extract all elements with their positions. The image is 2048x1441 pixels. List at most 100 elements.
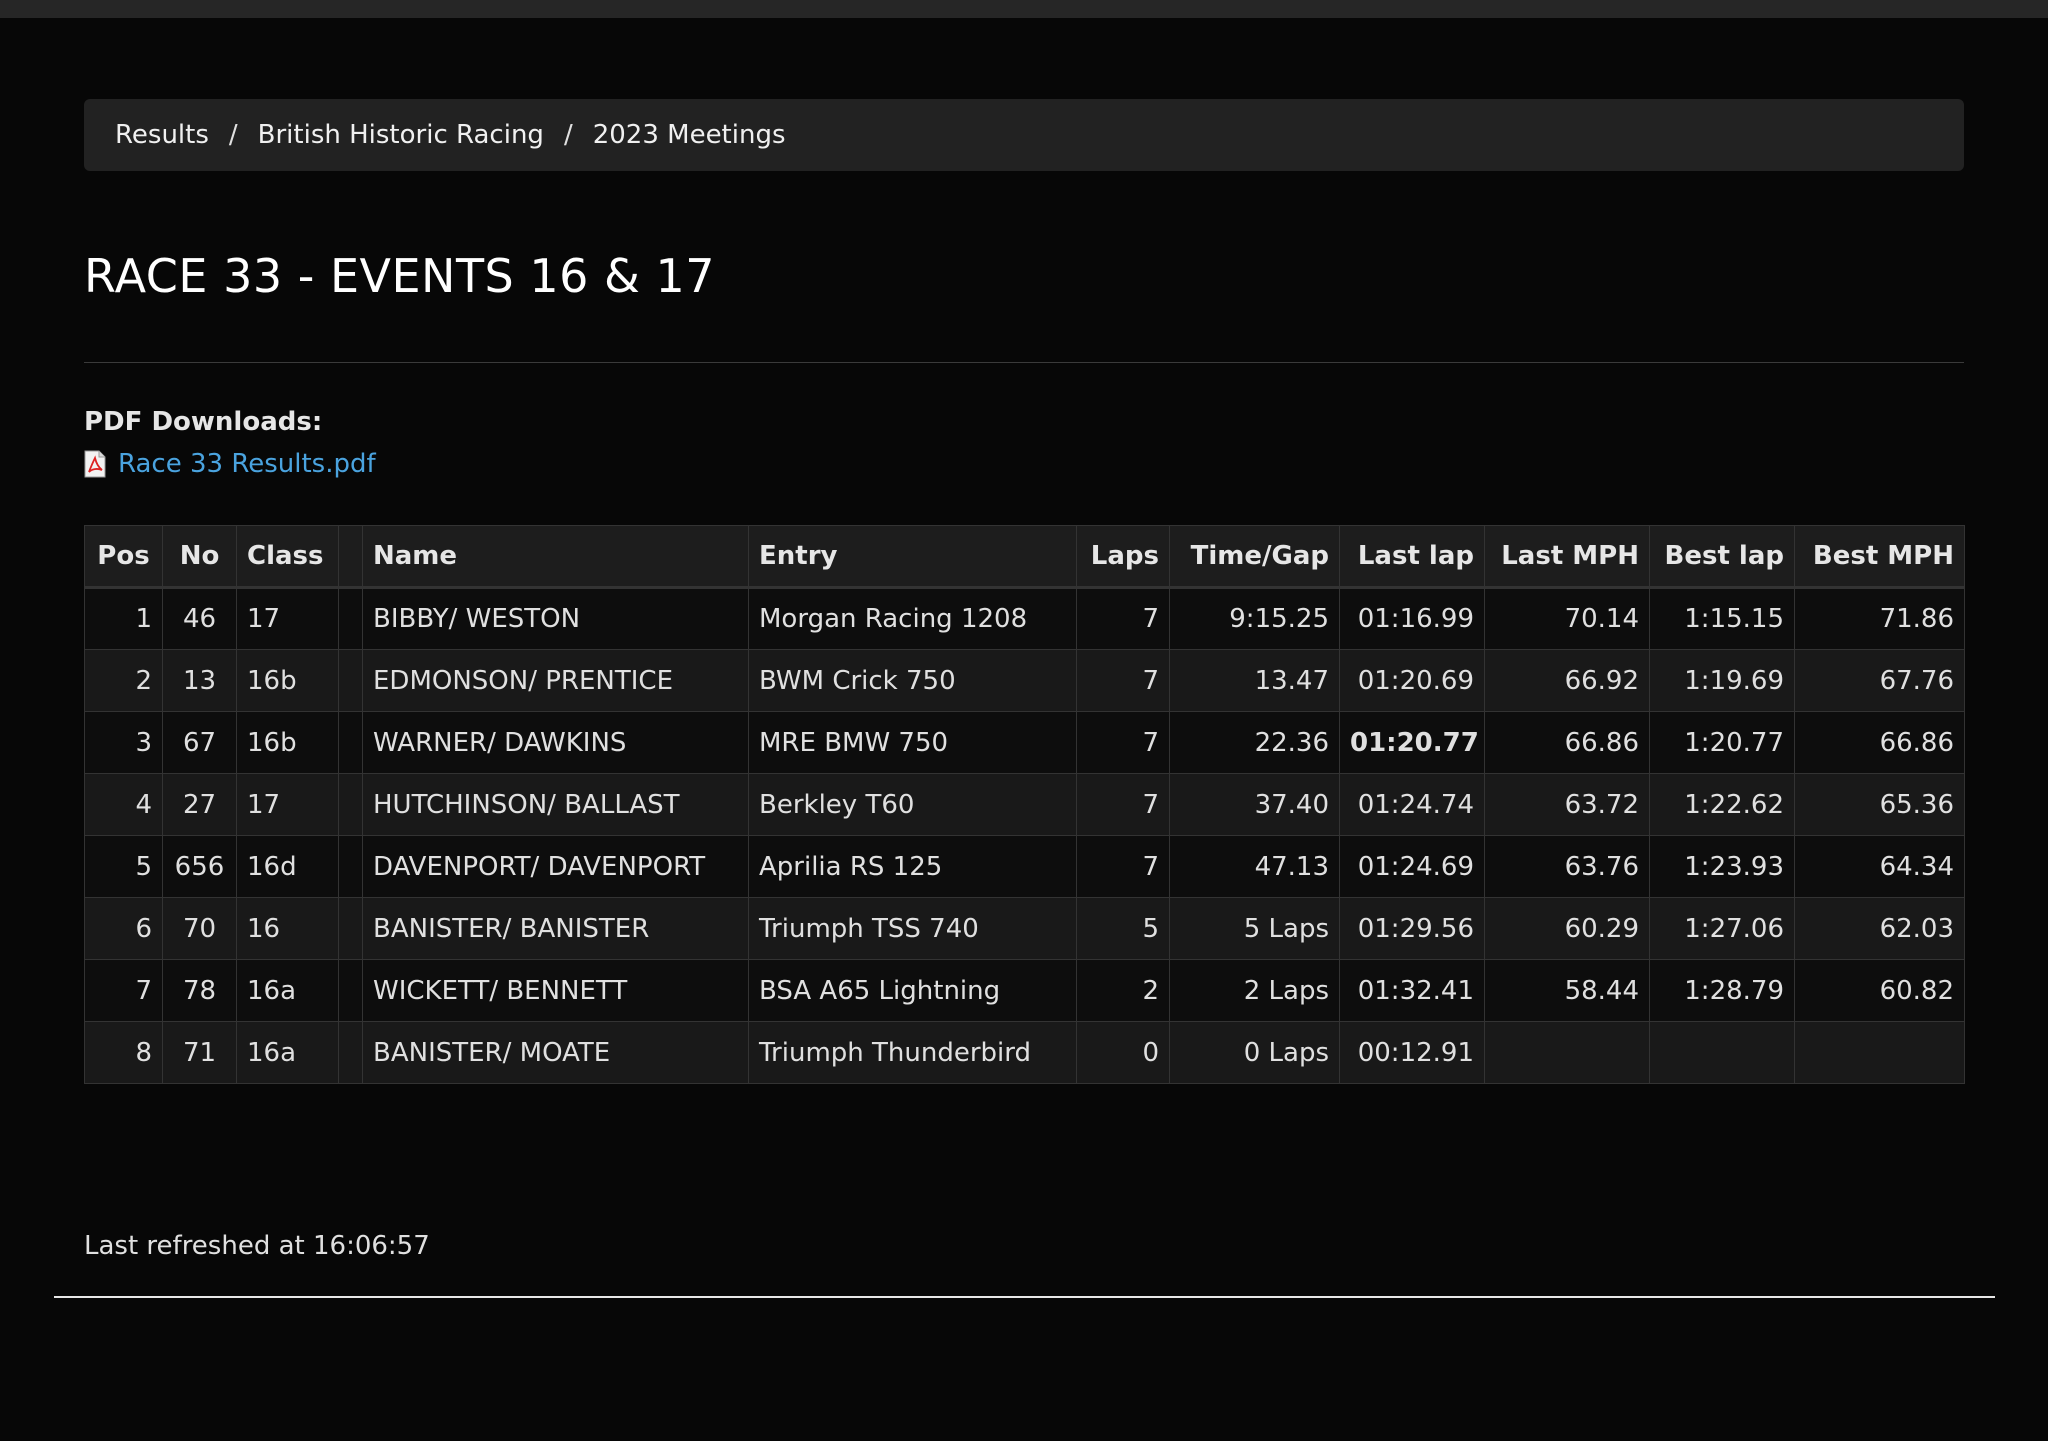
- cell-no: 78: [162, 959, 237, 1022]
- cell-class: 16d: [236, 835, 339, 898]
- cell-pos: 5: [84, 835, 163, 898]
- cell-time-gap: 9:15.25: [1169, 587, 1340, 650]
- cell-entry: Triumph Thunderbird: [748, 1021, 1077, 1084]
- table-row: 5 656 16d DAVENPORT/ DAVENPORT Aprilia R…: [84, 835, 1965, 898]
- cell-last-mph: 70.14: [1484, 587, 1650, 650]
- cell-best-mph: 62.03: [1794, 897, 1965, 960]
- cell-entry: Berkley T60: [748, 773, 1077, 836]
- column-header-pos: Pos: [84, 525, 163, 589]
- cell-last-lap: 01:16.99: [1339, 587, 1485, 650]
- cell-spacer: [338, 649, 363, 712]
- cell-time-gap: 0 Laps: [1169, 1021, 1340, 1084]
- cell-best-lap: 1:19.69: [1649, 649, 1795, 712]
- cell-spacer: [338, 711, 363, 774]
- cell-best-lap: [1649, 1021, 1795, 1084]
- cell-no: 46: [162, 587, 237, 650]
- cell-laps: 7: [1076, 649, 1170, 712]
- cell-entry: MRE BMW 750: [748, 711, 1077, 774]
- cell-best-lap-overall-fastest: 1:15.15: [1649, 587, 1795, 650]
- cell-last-mph: 60.29: [1484, 897, 1650, 960]
- cell-name: HUTCHINSON/ BALLAST: [362, 773, 749, 836]
- cell-best-mph: [1794, 1021, 1965, 1084]
- main-container: Results / British Historic Racing / 2023…: [84, 99, 1965, 1261]
- cell-pos: 2: [84, 649, 163, 712]
- column-header-laps: Laps: [1076, 525, 1170, 589]
- cell-last-lap: 01:20.69: [1339, 649, 1485, 712]
- cell-best-mph: 67.76: [1794, 649, 1965, 712]
- column-header-best-mph: Best MPH: [1794, 525, 1965, 589]
- race-results-pdf-link[interactable]: Race 33 Results.pdf: [84, 449, 376, 479]
- table-header-row: Pos No Class Name Entry Laps Time/Gap La…: [84, 525, 1965, 589]
- pdf-downloads-section: PDF Downloads: Race 33 Results.pdf: [84, 407, 376, 479]
- pdf-file-icon: [84, 450, 106, 478]
- cell-entry: BSA A65 Lightning: [748, 959, 1077, 1022]
- cell-spacer: [338, 897, 363, 960]
- cell-last-mph: 66.92: [1484, 649, 1650, 712]
- column-header-last-mph: Last MPH: [1484, 525, 1650, 589]
- table-row: 2 13 16b EDMONSON/ PRENTICE BWM Crick 75…: [84, 649, 1965, 712]
- table-row: 8 71 16a BANISTER/ MOATE Triumph Thunder…: [84, 1021, 1965, 1084]
- cell-time-gap: 22.36: [1169, 711, 1340, 774]
- cell-class: 16b: [236, 711, 339, 774]
- cell-entry: Morgan Racing 1208: [748, 587, 1077, 650]
- cell-pos: 8: [84, 1021, 163, 1084]
- cell-name: BIBBY/ WESTON: [362, 587, 749, 650]
- cell-no: 13: [162, 649, 237, 712]
- cell-entry: Triumph TSS 740: [748, 897, 1077, 960]
- cell-spacer: [338, 773, 363, 836]
- cell-name: DAVENPORT/ DAVENPORT: [362, 835, 749, 898]
- cell-pos: 1: [84, 587, 163, 650]
- cell-best-lap: 1:22.62: [1649, 773, 1795, 836]
- cell-time-gap: 37.40: [1169, 773, 1340, 836]
- cell-class: 17: [236, 587, 339, 650]
- cell-class: 17: [236, 773, 339, 836]
- top-bar: [0, 0, 2048, 18]
- cell-last-lap: 01:24.69: [1339, 835, 1485, 898]
- cell-spacer: [338, 959, 363, 1022]
- column-header-last-lap: Last lap: [1339, 525, 1485, 589]
- cell-class: 16: [236, 897, 339, 960]
- cell-last-mph: 58.44: [1484, 959, 1650, 1022]
- cell-name: WICKETT/ BENNETT: [362, 959, 749, 1022]
- breadcrumb: Results / British Historic Racing / 2023…: [84, 99, 1964, 171]
- table-row: 4 27 17 HUTCHINSON/ BALLAST Berkley T60 …: [84, 773, 1965, 836]
- column-header-spacer: [338, 525, 363, 589]
- breadcrumb-item-results[interactable]: Results: [115, 120, 209, 150]
- cell-best-mph: 66.86: [1794, 711, 1965, 774]
- footer-divider: [54, 1296, 1995, 1298]
- cell-best-mph: 71.86: [1794, 587, 1965, 650]
- breadcrumb-item-british-historic-racing[interactable]: British Historic Racing: [258, 120, 544, 150]
- cell-class: 16a: [236, 959, 339, 1022]
- cell-last-lap: 01:29.56: [1339, 897, 1485, 960]
- cell-laps: 5: [1076, 897, 1170, 960]
- cell-laps: 7: [1076, 835, 1170, 898]
- cell-best-lap: 1:28.79: [1649, 959, 1795, 1022]
- column-header-time-gap: Time/Gap: [1169, 525, 1340, 589]
- cell-laps: 7: [1076, 773, 1170, 836]
- breadcrumb-separator: /: [563, 120, 573, 150]
- cell-last-lap: 01:24.74: [1339, 773, 1485, 836]
- cell-laps: 7: [1076, 587, 1170, 650]
- column-header-entry: Entry: [748, 525, 1077, 589]
- cell-no: 71: [162, 1021, 237, 1084]
- page-title: RACE 33 - EVENTS 16 & 17: [84, 249, 716, 303]
- cell-best-lap: 1:27.06: [1649, 897, 1795, 960]
- cell-class: 16a: [236, 1021, 339, 1084]
- cell-spacer: [338, 587, 363, 650]
- cell-name: EDMONSON/ PRENTICE: [362, 649, 749, 712]
- cell-last-lap-fastest: 01:20.77: [1339, 711, 1485, 774]
- cell-time-gap: 5 Laps: [1169, 897, 1340, 960]
- breadcrumb-item-2023-meetings[interactable]: 2023 Meetings: [593, 120, 786, 150]
- cell-last-lap: 00:12.91: [1339, 1021, 1485, 1084]
- cell-laps: 7: [1076, 711, 1170, 774]
- cell-best-mph: 60.82: [1794, 959, 1965, 1022]
- cell-class: 16b: [236, 649, 339, 712]
- cell-time-gap: 13.47: [1169, 649, 1340, 712]
- cell-entry: BWM Crick 750: [748, 649, 1077, 712]
- column-header-no: No: [162, 525, 237, 589]
- last-refreshed-status: Last refreshed at 16:06:57: [84, 1231, 430, 1261]
- cell-best-mph: 64.34: [1794, 835, 1965, 898]
- cell-time-gap: 2 Laps: [1169, 959, 1340, 1022]
- pdf-link-label: Race 33 Results.pdf: [118, 449, 376, 479]
- cell-no: 70: [162, 897, 237, 960]
